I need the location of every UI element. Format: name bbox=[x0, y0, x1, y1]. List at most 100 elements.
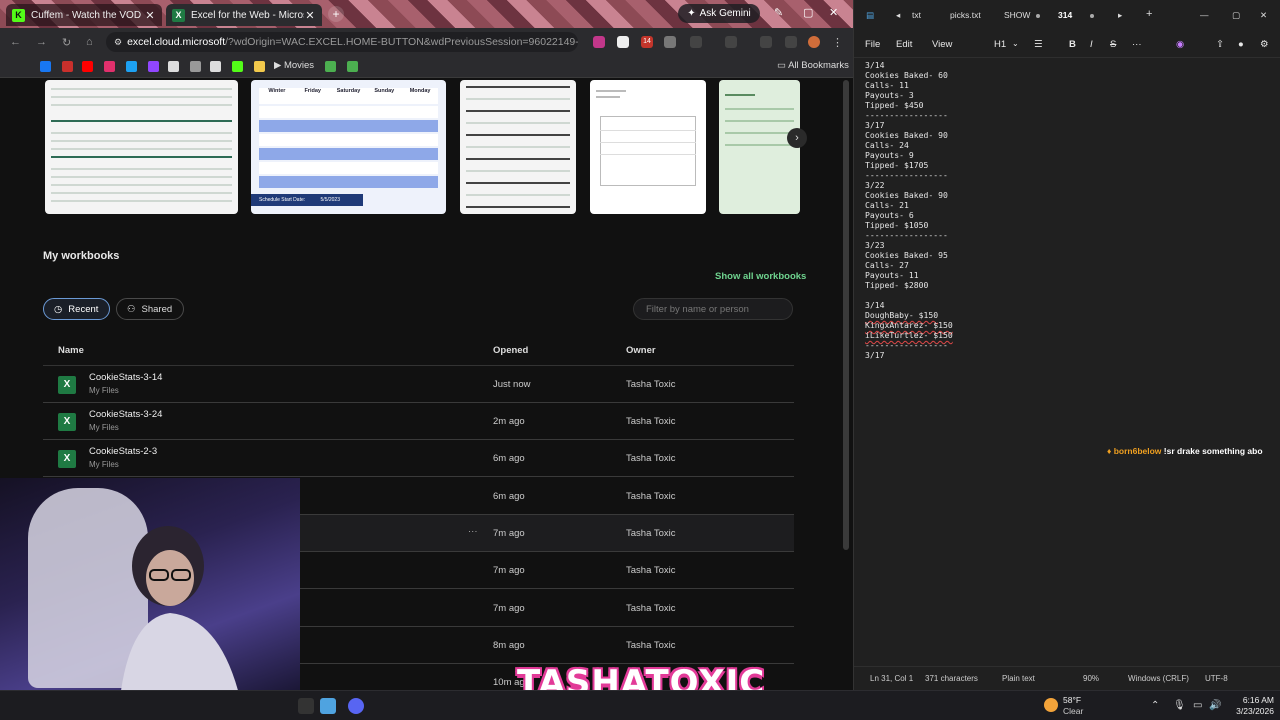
extension-icon[interactable] bbox=[617, 36, 629, 48]
extension-icon[interactable] bbox=[664, 36, 676, 48]
site-info-icon[interactable]: ⚙ bbox=[114, 37, 122, 48]
close-icon[interactable]: ✕ bbox=[144, 9, 156, 22]
all-bookmarks[interactable]: ▭ All Bookmarks bbox=[777, 60, 849, 71]
edit-icon[interactable]: ✎ bbox=[774, 6, 783, 19]
scrollbar[interactable] bbox=[843, 80, 849, 550]
close-icon[interactable]: ✕ bbox=[1260, 10, 1267, 21]
template-thumbnail-schedule[interactable]: Winter Friday Saturday Sunday Monday Sch… bbox=[251, 80, 446, 214]
address-bar[interactable]: ⚙ excel.cloud.microsoft /?wdOrigin=WAC.E… bbox=[106, 32, 578, 52]
downloads-icon[interactable] bbox=[760, 36, 772, 48]
column-opened[interactable]: Opened bbox=[493, 345, 528, 356]
text-line: Payouts- 11 bbox=[865, 270, 919, 280]
table-row[interactable]: X CookieStats-2-3 My Files 6m ago Tasha … bbox=[43, 440, 794, 477]
template-thumbnail[interactable] bbox=[45, 80, 238, 214]
strikethrough-icon[interactable]: S bbox=[1110, 39, 1116, 50]
more-options-icon[interactable]: ··· bbox=[468, 526, 478, 537]
tab-txt[interactable]: txt bbox=[912, 10, 921, 20]
home-icon[interactable]: ⌂ bbox=[86, 36, 93, 48]
extension-icon[interactable] bbox=[690, 36, 702, 48]
tab-excel[interactable]: X Excel for the Web - Microsoft 3 ✕ bbox=[166, 4, 322, 26]
menu-file[interactable]: File bbox=[865, 39, 880, 50]
bookmark-movies[interactable]: ▶ Movies bbox=[274, 60, 314, 71]
notepad-text-area[interactable]: 3/14 Cookies Baked- 60 Calls- 11 Payouts- 3… bbox=[865, 60, 1265, 360]
table-row[interactable]: X CookieStats-3-14 My Files Just now Tas… bbox=[43, 366, 794, 403]
ask-gemini-button[interactable]: ✦ Ask Gemini bbox=[678, 4, 760, 23]
tab-shared[interactable]: ⚇ Shared bbox=[116, 298, 184, 320]
extension-icon[interactable] bbox=[785, 36, 797, 48]
template-day: Friday bbox=[304, 88, 321, 94]
bookmark-icon[interactable] bbox=[62, 61, 73, 72]
microphone-icon[interactable]: 🎙 bbox=[1173, 700, 1186, 711]
more-icon[interactable]: ··· bbox=[1132, 39, 1142, 50]
instagram-icon[interactable] bbox=[104, 61, 115, 72]
menu-icon[interactable]: ⋮ bbox=[832, 36, 843, 49]
menu-view[interactable]: View bbox=[932, 39, 952, 50]
bookmark-icon[interactable] bbox=[210, 61, 221, 72]
show-all-workbooks-link[interactable]: Show all workbooks bbox=[715, 271, 806, 282]
extension-icon[interactable] bbox=[593, 36, 605, 48]
tab-314[interactable]: 314 bbox=[1058, 10, 1072, 20]
reload-icon[interactable]: ↻ bbox=[62, 36, 71, 49]
menu-edit[interactable]: Edit bbox=[896, 39, 912, 50]
bookmark-icon[interactable] bbox=[325, 61, 336, 72]
extension-icon[interactable] bbox=[725, 36, 737, 48]
bookmark-icon[interactable] bbox=[254, 61, 265, 72]
text-line: 3/22 bbox=[865, 180, 885, 190]
bookmark-icon[interactable] bbox=[190, 61, 201, 72]
carousel-next-button[interactable]: › bbox=[787, 128, 807, 148]
network-icon[interactable]: ▭ bbox=[1193, 700, 1202, 711]
column-owner[interactable]: Owner bbox=[626, 345, 656, 356]
template-thumbnail[interactable] bbox=[460, 80, 576, 214]
notepad-app-icon[interactable] bbox=[320, 698, 336, 714]
template-thumbnail[interactable] bbox=[590, 80, 706, 214]
italic-icon[interactable]: I bbox=[1090, 39, 1093, 50]
file-name[interactable]: CookieStats-3-24 bbox=[89, 409, 162, 420]
x-icon[interactable] bbox=[168, 61, 179, 72]
tab-kick-vod[interactable]: K Cuffem - Watch the VOD on K ✕ bbox=[6, 4, 162, 26]
tab-show[interactable]: SHOW bbox=[1004, 10, 1030, 20]
tab-scroll-left-icon[interactable]: ◂ bbox=[896, 10, 900, 21]
kick-icon[interactable] bbox=[232, 61, 243, 72]
back-icon[interactable]: ← bbox=[10, 36, 21, 48]
close-icon[interactable]: ✕ bbox=[304, 9, 316, 22]
weather-icon[interactable] bbox=[1044, 698, 1058, 712]
minimize-icon[interactable]: — bbox=[1200, 10, 1209, 20]
file-name[interactable]: CookieStats-2-3 bbox=[89, 446, 157, 457]
heading-dropdown[interactable]: H1 bbox=[994, 39, 1006, 50]
account-icon[interactable]: ● bbox=[1238, 39, 1244, 50]
forward-icon[interactable]: → bbox=[36, 36, 47, 48]
url-path: /?wdOrigin=WAC.EXCEL.HOME-BUTTON&wdPrevi… bbox=[225, 36, 578, 48]
facebook-icon[interactable] bbox=[40, 61, 51, 72]
bold-icon[interactable]: B bbox=[1069, 39, 1076, 50]
volume-icon[interactable]: 🔊 bbox=[1209, 700, 1221, 711]
bookmark-icon[interactable] bbox=[347, 61, 358, 72]
file-opened: 2m ago bbox=[493, 416, 525, 427]
tab-recent[interactable]: ◷ Recent bbox=[43, 298, 110, 320]
clock-date[interactable]: 3/23/2026 bbox=[1226, 706, 1274, 716]
maximize-icon[interactable]: ▢ bbox=[1232, 10, 1240, 21]
twitch-icon[interactable] bbox=[148, 61, 159, 72]
share-icon[interactable]: ⇪ bbox=[1216, 39, 1224, 50]
tab-picks[interactable]: picks.txt bbox=[950, 10, 981, 20]
maximize-icon[interactable]: ▢ bbox=[803, 6, 813, 19]
filter-input[interactable]: Filter by name or person bbox=[633, 298, 793, 320]
copilot-icon[interactable]: ◉ bbox=[1176, 39, 1184, 50]
column-name[interactable]: Name bbox=[58, 345, 84, 356]
profile-avatar[interactable] bbox=[808, 36, 820, 48]
list-icon[interactable]: ☰ bbox=[1034, 39, 1043, 50]
close-window-icon[interactable]: ✕ bbox=[829, 6, 838, 19]
new-tab-button[interactable]: + bbox=[328, 6, 344, 22]
template-thumbnail[interactable] bbox=[719, 80, 800, 214]
discord-icon[interactable] bbox=[348, 698, 364, 714]
table-row[interactable]: X CookieStats-3-24 My Files 2m ago Tasha… bbox=[43, 403, 794, 440]
file-name[interactable]: CookieStats-3-14 bbox=[89, 372, 162, 383]
settings-icon[interactable]: ⚙ bbox=[1260, 39, 1269, 50]
extension-badge[interactable]: 14 bbox=[641, 36, 653, 48]
clock-time[interactable]: 6:16 AM bbox=[1230, 695, 1274, 705]
bookmark-icon[interactable] bbox=[126, 61, 137, 72]
chevron-up-icon[interactable]: ⌃ bbox=[1151, 700, 1159, 711]
youtube-icon[interactable] bbox=[82, 61, 93, 72]
tab-scroll-right-icon[interactable]: ▸ bbox=[1118, 10, 1122, 21]
app-icon[interactable] bbox=[298, 698, 314, 714]
new-tab-icon[interactable]: + bbox=[1146, 8, 1152, 20]
